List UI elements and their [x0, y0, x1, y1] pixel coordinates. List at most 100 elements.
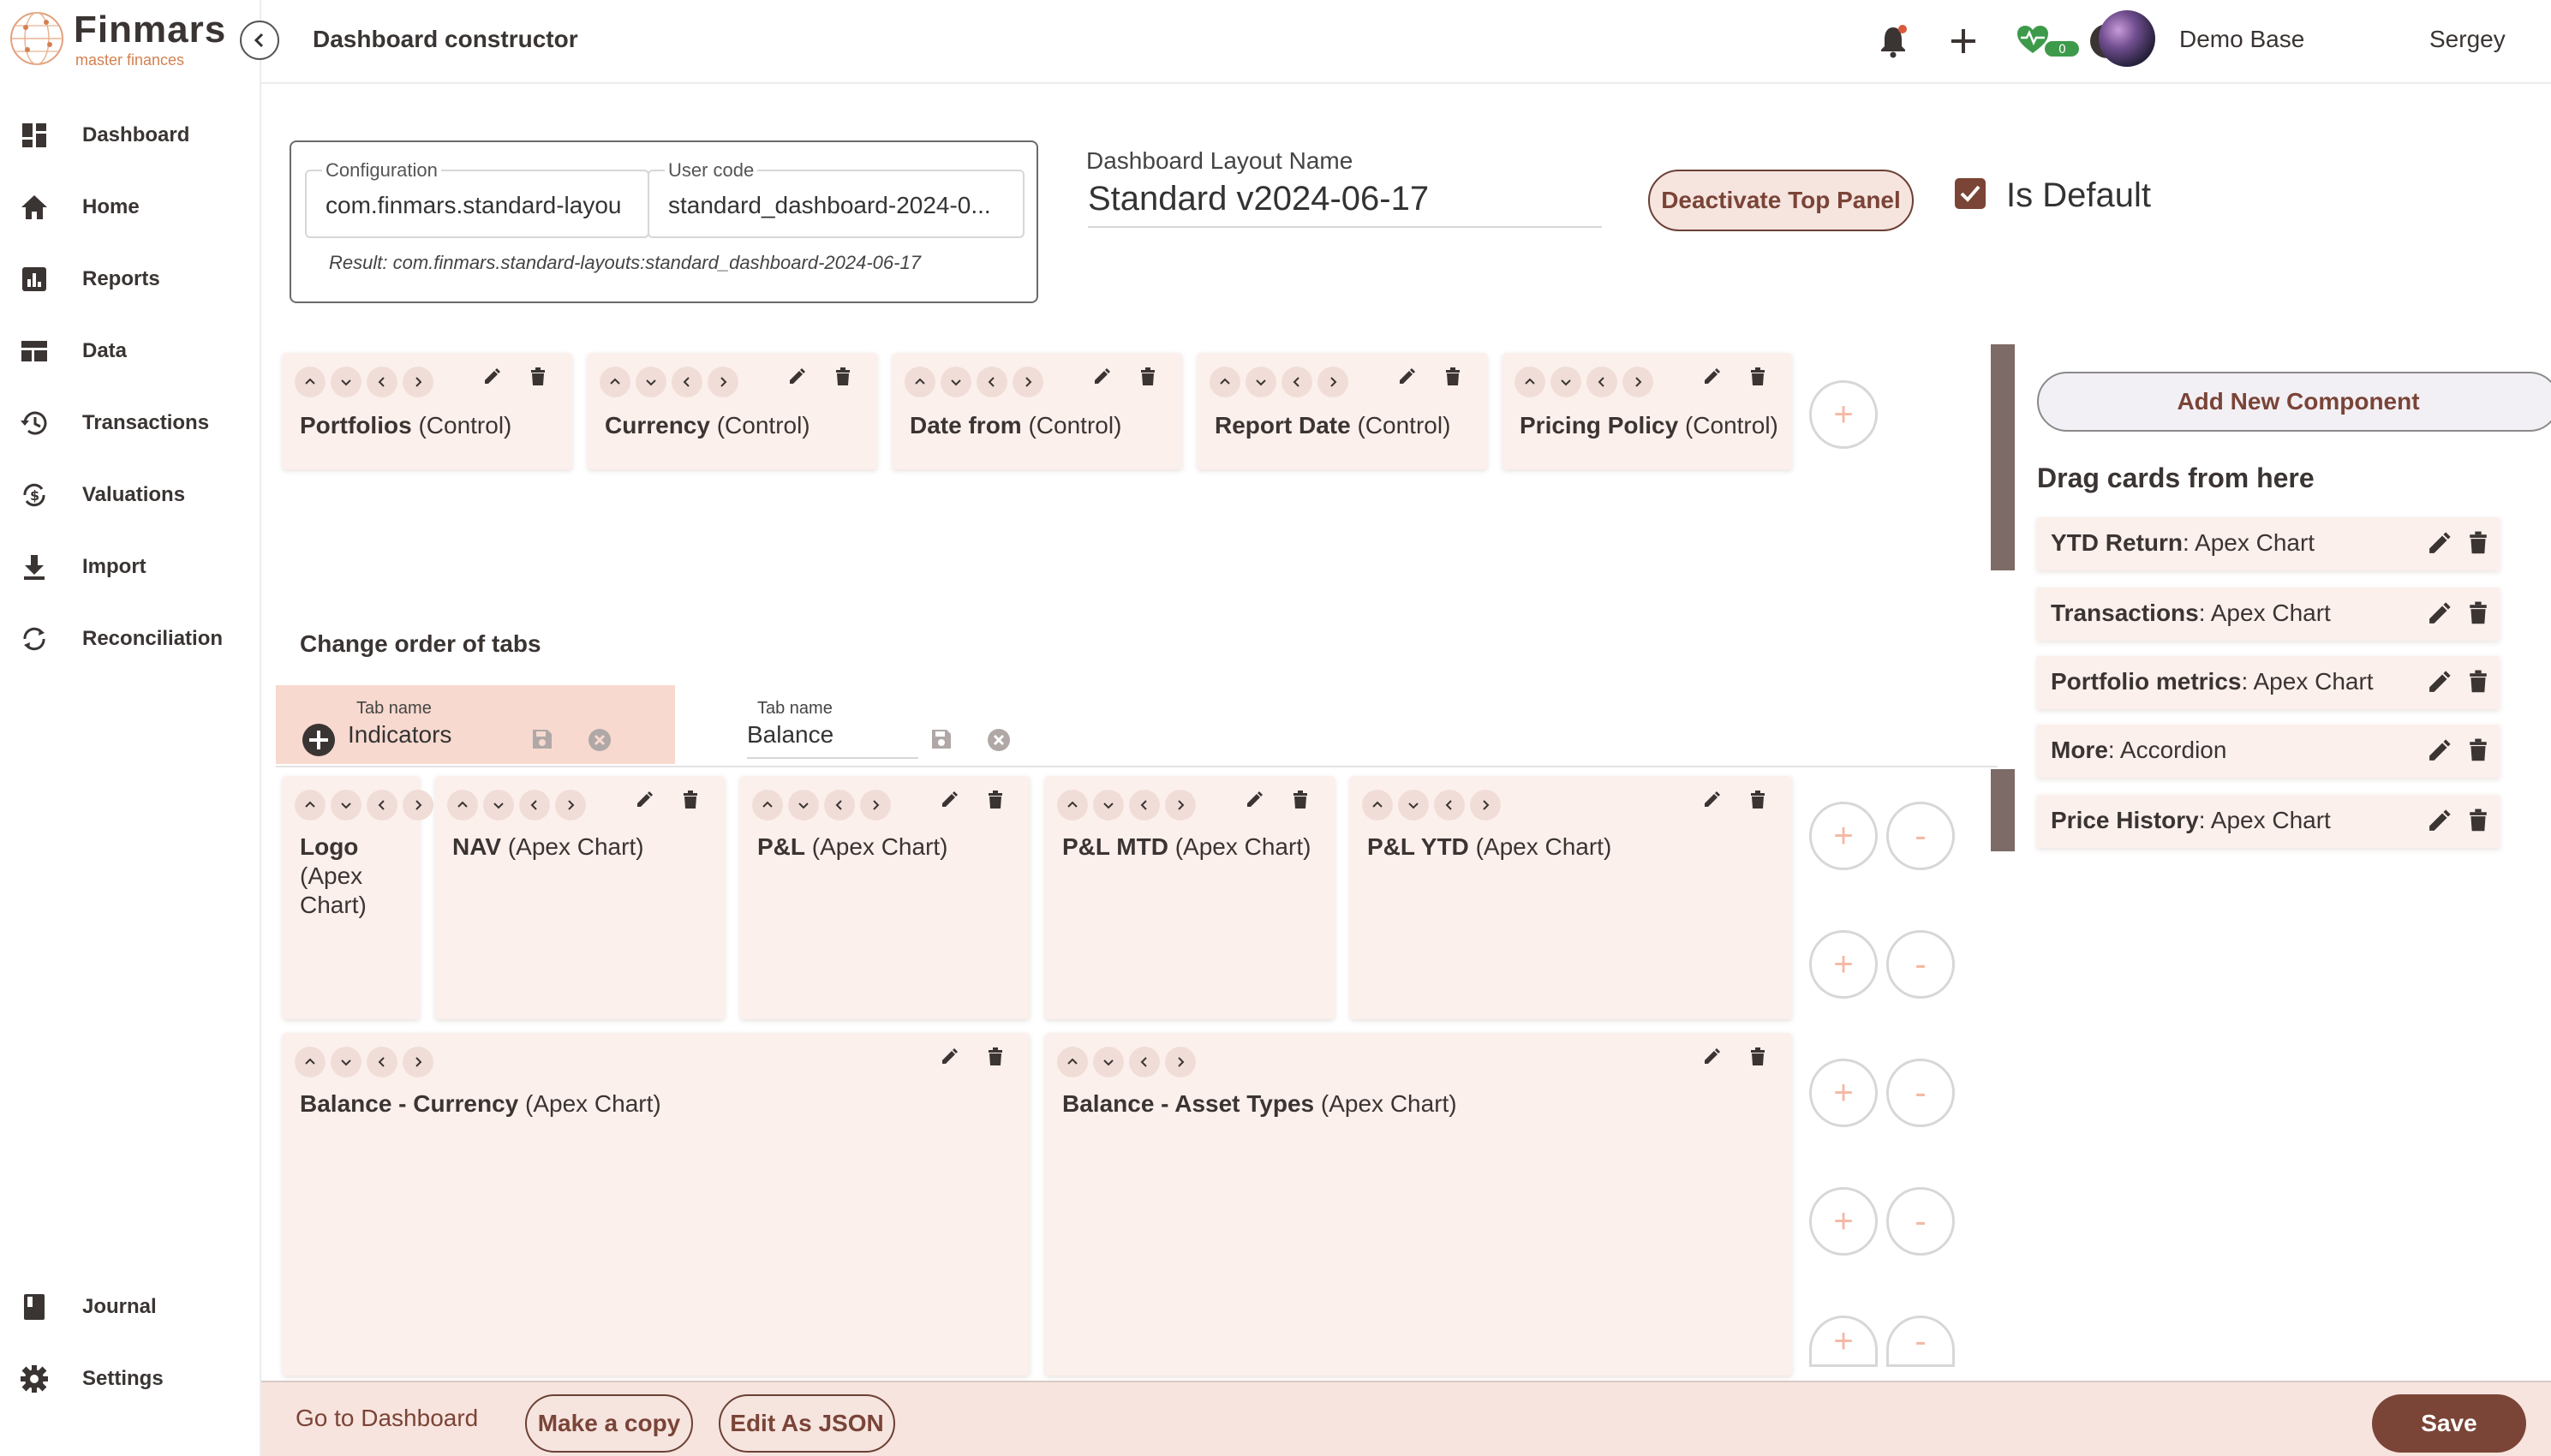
dashboard-card[interactable]: NAV (Apex Chart)	[435, 776, 725, 1019]
sidebar-item-dashboard[interactable]: Dashboard	[0, 110, 257, 161]
edit-component-button[interactable]	[2426, 531, 2452, 561]
edit-card-button[interactable]	[634, 790, 654, 810]
move-left-button[interactable]	[367, 790, 397, 820]
edit-card-button[interactable]	[1701, 1047, 1722, 1067]
move-down-button[interactable]	[483, 790, 514, 820]
move-left-button[interactable]	[367, 367, 397, 397]
sidebar-item-reports[interactable]: Reports	[0, 254, 257, 305]
make-copy-button[interactable]: Make a copy	[525, 1394, 693, 1453]
delete-component-button[interactable]	[2469, 738, 2488, 768]
move-up-button[interactable]	[295, 1047, 326, 1077]
add-row-button[interactable]: +	[1809, 802, 1878, 870]
edit-card-button[interactable]	[1396, 367, 1417, 387]
dashboard-card[interactable]: Balance - Currency (Apex Chart)	[283, 1033, 1030, 1375]
move-right-button[interactable]	[403, 367, 433, 397]
tab-name-value[interactable]: Balance	[747, 721, 918, 759]
save-button[interactable]: Save	[2372, 1394, 2526, 1453]
move-right-button[interactable]	[1470, 790, 1501, 820]
dashboard-card[interactable]: Balance - Asset Types (Apex Chart)	[1045, 1033, 1792, 1375]
move-right-button[interactable]	[555, 790, 586, 820]
move-down-button[interactable]	[941, 367, 971, 397]
move-up-button[interactable]	[905, 367, 935, 397]
move-right-button[interactable]	[1165, 1047, 1196, 1077]
add-circle-icon[interactable]	[302, 723, 336, 761]
delete-card-button[interactable]	[985, 790, 1006, 810]
dashboard-card[interactable]: Logo (Apex Chart)	[283, 776, 433, 1019]
move-up-button[interactable]	[600, 367, 630, 397]
edit-card-button[interactable]	[1701, 790, 1722, 810]
draggable-component-card[interactable]: YTD Return: Apex Chart	[2037, 517, 2500, 570]
tab-balance[interactable]: Tab name Balance	[728, 685, 1037, 764]
deactivate-top-panel-button[interactable]: Deactivate Top Panel	[1648, 170, 1914, 231]
move-up-button[interactable]	[1362, 790, 1393, 820]
go-to-dashboard-link[interactable]: Go to Dashboard	[296, 1405, 478, 1432]
dashboard-card[interactable]: Currency (Control)	[588, 353, 877, 469]
edit-card-button[interactable]	[939, 790, 959, 810]
dashboard-card[interactable]: Date from (Control)	[893, 353, 1182, 469]
delete-card-button[interactable]	[1747, 367, 1768, 387]
move-up-button[interactable]	[295, 790, 326, 820]
move-down-button[interactable]	[1398, 790, 1429, 820]
move-left-button[interactable]	[1586, 367, 1617, 397]
move-right-button[interactable]	[403, 790, 433, 820]
delete-card-button[interactable]	[1747, 1047, 1768, 1067]
draggable-component-card[interactable]: Transactions: Apex Chart	[2037, 588, 2500, 641]
edit-card-button[interactable]	[1701, 367, 1722, 387]
add-row-button[interactable]: +	[1809, 1059, 1878, 1127]
draggable-component-card[interactable]: Price History: Apex Chart	[2037, 795, 2500, 848]
move-right-button[interactable]	[403, 1047, 433, 1077]
sidebar-item-data[interactable]: Data	[0, 325, 257, 377]
move-left-button[interactable]	[1129, 790, 1160, 820]
save-tab-icon[interactable]	[531, 728, 553, 755]
sidebar-item-reconciliation[interactable]: Reconciliation	[0, 613, 257, 665]
delete-tab-icon[interactable]	[588, 728, 612, 756]
user-code-field[interactable]: User code standard_dashboard-2024-0...	[648, 159, 1025, 238]
remove-row-button[interactable]: -	[1886, 802, 1955, 870]
drag-handle-bottom[interactable]	[1991, 769, 2015, 851]
edit-card-button[interactable]	[1244, 790, 1264, 810]
move-right-button[interactable]	[860, 790, 891, 820]
user-name[interactable]: Sergey	[2429, 26, 2506, 53]
configuration-field[interactable]: Configuration com.finmars.standard-layou	[305, 159, 649, 238]
move-left-button[interactable]	[1281, 367, 1312, 397]
move-down-button[interactable]	[636, 367, 666, 397]
dashboard-card[interactable]: P&L YTD (Apex Chart)	[1350, 776, 1792, 1019]
avatar[interactable]	[2099, 10, 2155, 67]
delete-card-button[interactable]	[1290, 790, 1311, 810]
remove-row-button[interactable]: -	[1886, 1316, 1955, 1367]
delete-component-button[interactable]	[2469, 531, 2488, 561]
move-down-button[interactable]	[1246, 367, 1276, 397]
sidebar-item-settings[interactable]: Settings	[0, 1353, 257, 1405]
move-left-button[interactable]	[977, 367, 1007, 397]
tab-name-value[interactable]: Indicators	[348, 721, 451, 749]
draggable-component-card[interactable]: More: Accordion	[2037, 725, 2500, 778]
edit-card-button[interactable]	[481, 367, 502, 387]
tab-indicators[interactable]: Tab name Indicators	[276, 685, 675, 764]
dashboard-card[interactable]: P&L MTD (Apex Chart)	[1045, 776, 1335, 1019]
dashboard-card[interactable]: Pricing Policy (Control)	[1503, 353, 1792, 469]
remove-row-button[interactable]: -	[1886, 1059, 1955, 1127]
delete-component-button[interactable]	[2469, 670, 2488, 700]
delete-card-button[interactable]	[833, 367, 853, 387]
delete-card-button[interactable]	[528, 367, 548, 387]
sidebar-item-transactions[interactable]: Transactions	[0, 397, 257, 449]
workspace-name[interactable]: Demo Base	[2179, 26, 2304, 53]
add-top-card-button[interactable]: +	[1809, 380, 1878, 449]
dashboard-card[interactable]: Portfolios (Control)	[283, 353, 572, 469]
delete-card-button[interactable]	[1443, 367, 1463, 387]
move-down-button[interactable]	[331, 1047, 361, 1077]
move-up-button[interactable]	[752, 790, 783, 820]
move-left-button[interactable]	[367, 1047, 397, 1077]
drag-handle-top[interactable]	[1991, 344, 2015, 570]
add-new-component-button[interactable]: Add New Component	[2037, 372, 2551, 432]
move-right-button[interactable]	[1622, 367, 1653, 397]
delete-card-button[interactable]	[680, 790, 701, 810]
delete-component-button[interactable]	[2469, 809, 2488, 838]
edit-component-button[interactable]	[2426, 809, 2452, 838]
edit-as-json-button[interactable]: Edit As JSON	[719, 1394, 895, 1453]
edit-card-button[interactable]	[1091, 367, 1112, 387]
sidebar-item-home[interactable]: Home	[0, 182, 257, 233]
delete-card-button[interactable]	[985, 1047, 1006, 1067]
delete-tab-icon[interactable]	[987, 728, 1011, 756]
edit-card-button[interactable]	[786, 367, 807, 387]
